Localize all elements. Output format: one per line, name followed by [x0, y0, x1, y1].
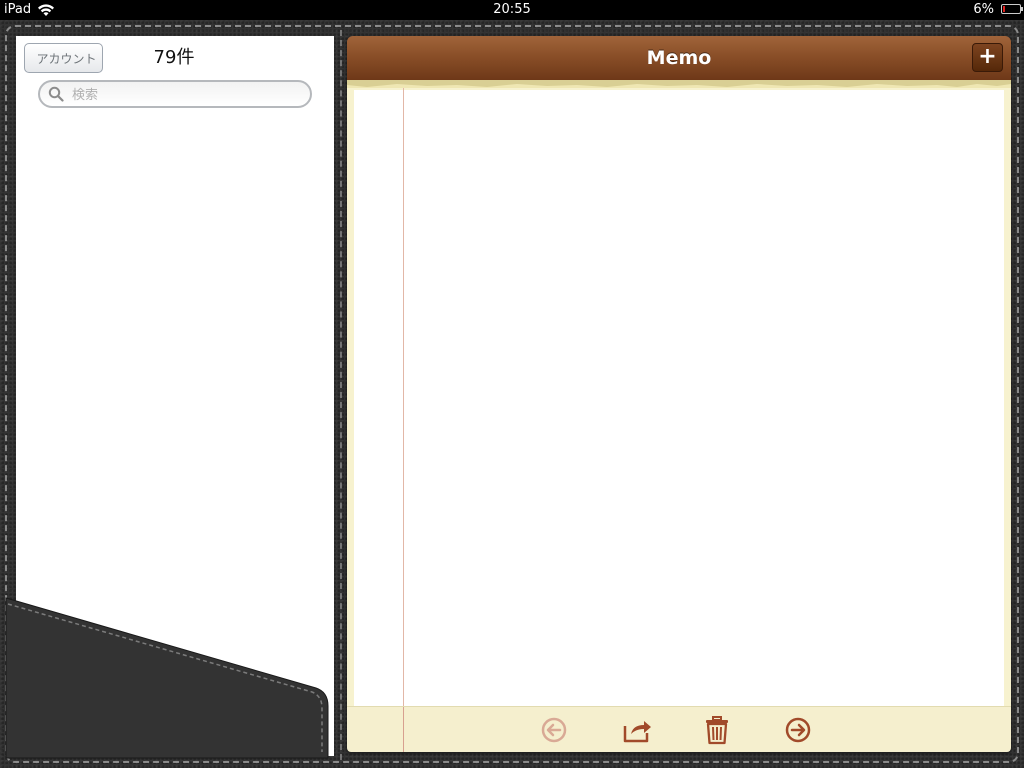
add-memo-button[interactable]: + [972, 43, 1003, 72]
toolbar-margin-line [403, 707, 404, 752]
previous-icon[interactable] [538, 714, 570, 746]
search-input[interactable] [70, 84, 304, 106]
memo-editor-panel: Memo + [347, 36, 1011, 752]
trash-icon[interactable] [701, 714, 733, 746]
memo-title-bar: Memo + [347, 36, 1011, 81]
battery-percent: 6% [973, 2, 994, 17]
memo-title: Memo [646, 47, 712, 69]
paper-margin-line [403, 88, 404, 706]
back-button[interactable]: アカウント [24, 43, 103, 73]
divider-stitching [340, 30, 342, 760]
search-icon [48, 86, 64, 102]
battery-icon [1001, 4, 1023, 14]
next-icon[interactable] [782, 714, 814, 746]
list-count-title: 79件 [153, 47, 195, 68]
status-time: 20:55 [493, 2, 531, 17]
leather-pocket [5, 597, 329, 759]
search-bar[interactable] [38, 80, 312, 108]
status-bar: iPad 20:55 6% [0, 0, 1024, 20]
list-header: アカウント 79件 [16, 36, 334, 116]
memo-paper [347, 88, 1011, 706]
memo-body-input[interactable] [407, 90, 1001, 706]
share-icon[interactable] [621, 714, 653, 746]
memo-toolbar [347, 706, 1011, 752]
